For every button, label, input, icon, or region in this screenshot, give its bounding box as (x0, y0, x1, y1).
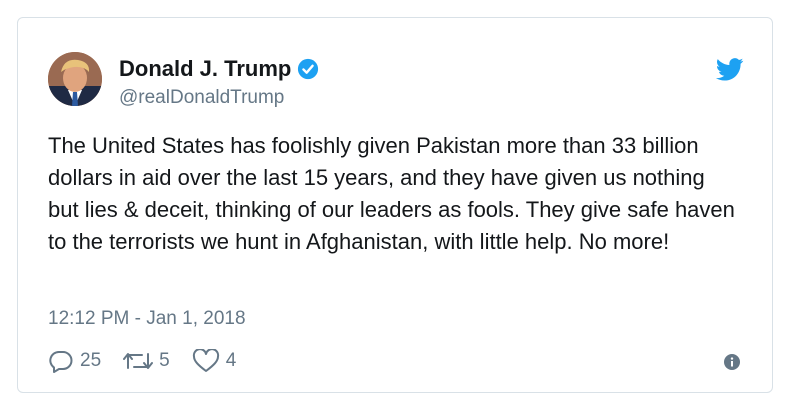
tweet-text: The United States has foolishly given Pa… (48, 133, 735, 254)
author-handle[interactable]: @realDonaldTrump (119, 87, 284, 109)
retweet-button[interactable]: 5 (123, 350, 170, 372)
tweet-actions: 25 5 4 (48, 348, 258, 374)
reply-count: 25 (80, 350, 102, 371)
twitter-bird-icon[interactable] (716, 58, 744, 81)
profile-photo-icon (48, 52, 102, 106)
display-name[interactable]: Donald J. Trump (119, 56, 291, 82)
reply-button[interactable]: 25 (48, 349, 101, 373)
retweet-icon (123, 353, 154, 369)
tweet-card: Donald J. Trump @realDonaldTrump The Uni… (17, 17, 773, 393)
info-icon[interactable] (724, 354, 740, 370)
retweet-count: 5 (159, 350, 170, 371)
author-name-row[interactable]: Donald J. Trump (119, 56, 319, 82)
like-button[interactable]: 4 (192, 349, 237, 373)
verified-badge-icon (298, 58, 319, 80)
heart-icon (192, 349, 219, 372)
tweet-timestamp[interactable]: 12:12 PM - Jan 1, 2018 (48, 308, 246, 330)
like-count: 4 (225, 350, 237, 371)
avatar[interactable] (48, 52, 102, 106)
reply-icon (49, 350, 73, 373)
